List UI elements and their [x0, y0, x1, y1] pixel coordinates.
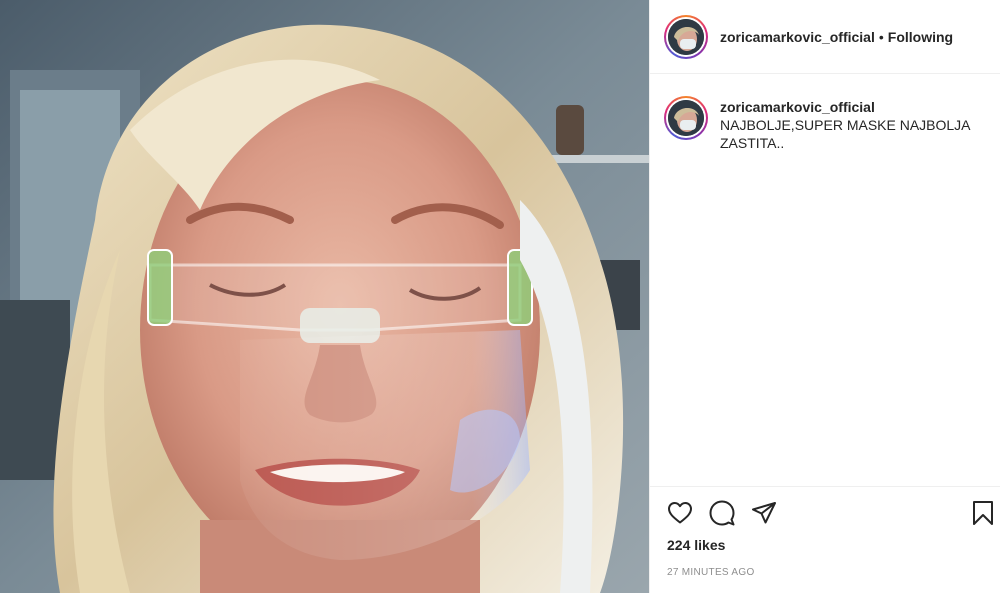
comment-icon[interactable] [708, 499, 736, 527]
caption-avatar[interactable] [664, 96, 708, 140]
caption-username[interactable]: zoricamarkovic_official [720, 98, 970, 116]
instagram-post: zoricamarkovic_official • Following zori… [0, 0, 1000, 593]
post-header: zoricamarkovic_official • Following [650, 0, 1000, 74]
post-timestamp[interactable]: 27 MINUTES AGO [650, 567, 1000, 578]
avatar[interactable] [664, 14, 708, 59]
post-photo[interactable] [0, 0, 649, 593]
post-side-panel: zoricamarkovic_official • Following zori… [649, 0, 1000, 593]
heart-icon[interactable] [666, 499, 694, 527]
header-username[interactable]: zoricamarkovic_official [720, 29, 875, 45]
caption-avatar-image [668, 100, 704, 136]
bookmark-icon[interactable] [969, 499, 997, 527]
selfie-illustration [0, 0, 649, 593]
likes-count[interactable]: 224 likes [650, 537, 1000, 553]
avatar-image [668, 18, 704, 55]
header-separator: • [878, 28, 884, 45]
following-button[interactable]: Following [888, 29, 953, 45]
caption-text: NAJBOLJE,SUPER MASKE NAJBOLJA ZASTITA.. [720, 117, 970, 151]
action-bar [650, 487, 1000, 539]
post-actions-area: 224 likes 27 MINUTES AGO [650, 486, 1000, 593]
caption-comment: zoricamarkovic_official NAJBOLJE,SUPER M… [650, 74, 1000, 152]
paper-plane-icon[interactable] [750, 499, 778, 527]
